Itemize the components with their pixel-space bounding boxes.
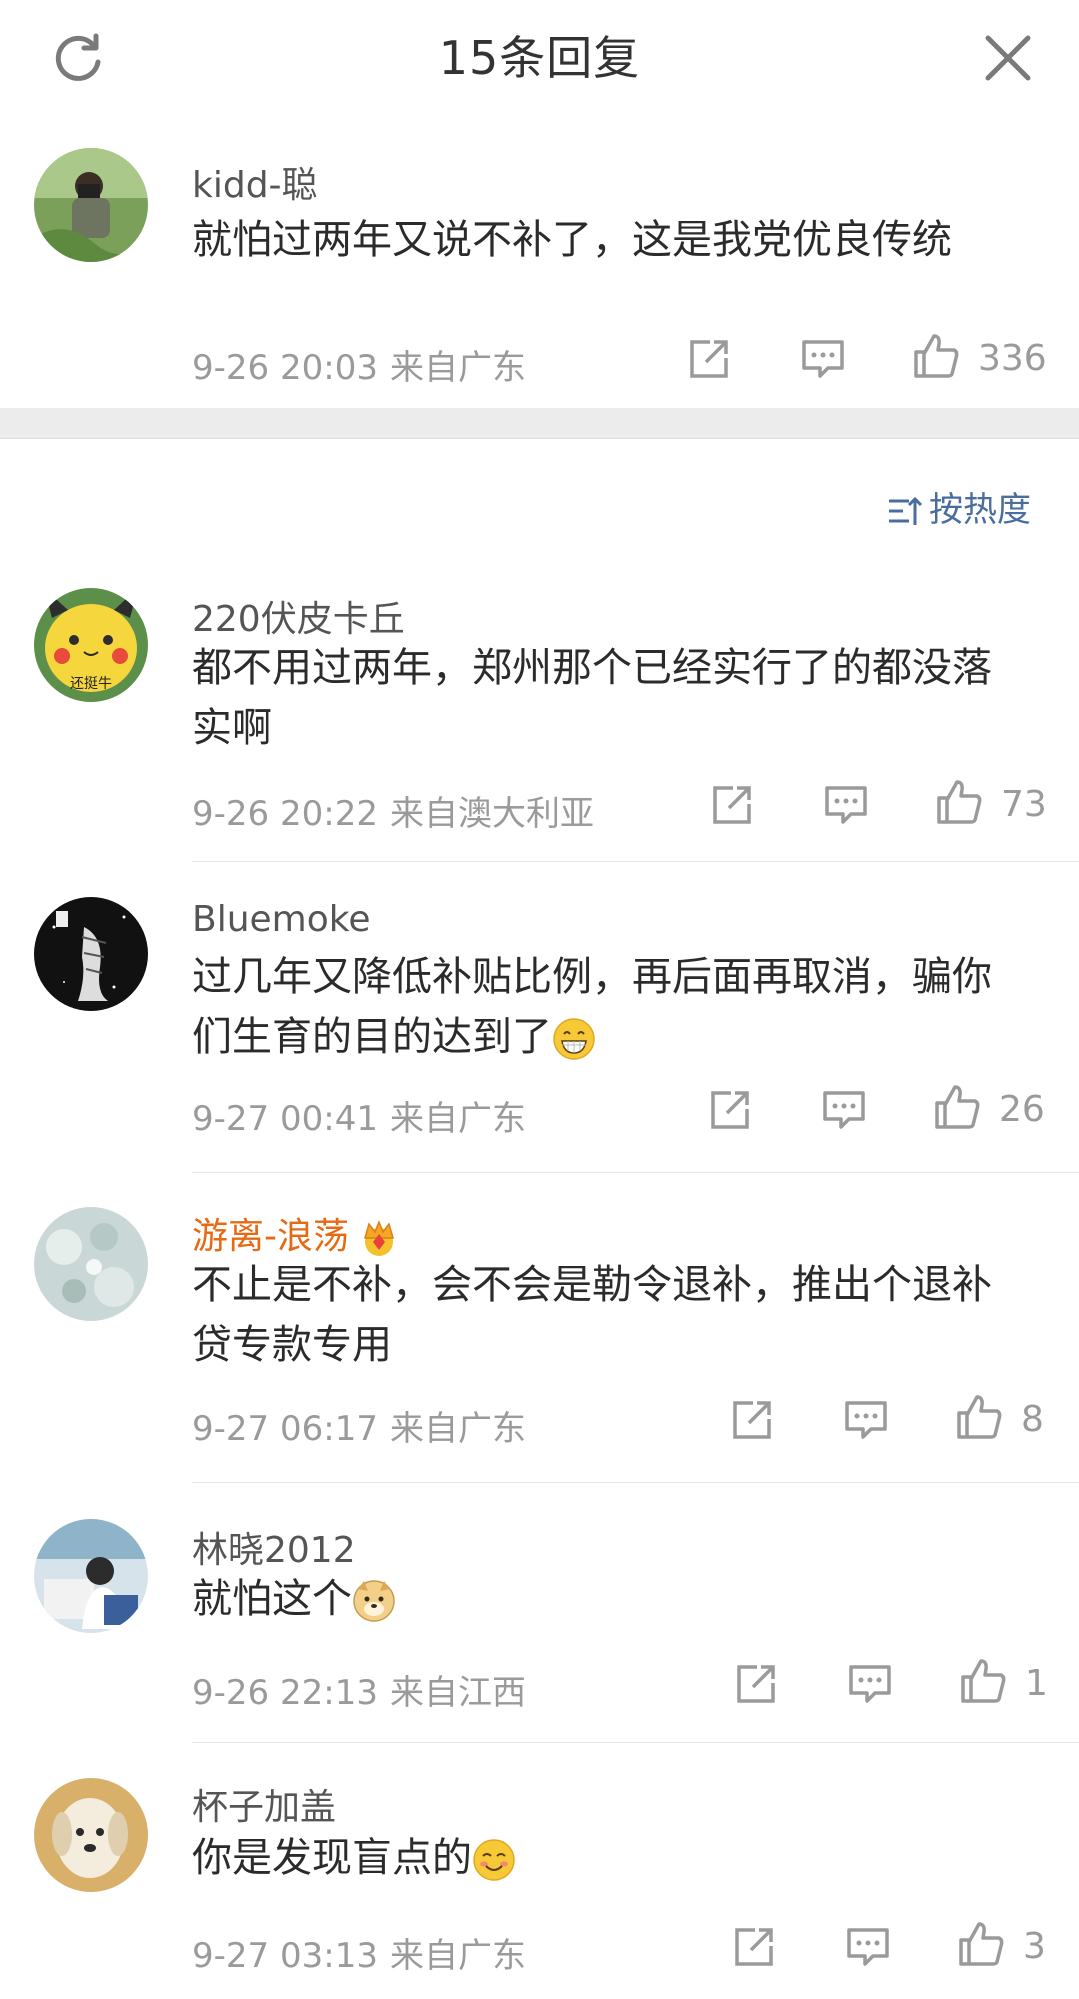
page-title: 15条回复 bbox=[438, 31, 641, 85]
comment-icon[interactable] bbox=[800, 336, 846, 382]
grin-emoji-icon bbox=[553, 1018, 595, 1060]
comment-icon[interactable] bbox=[847, 1661, 893, 1707]
avatar[interactable] bbox=[34, 1778, 148, 1892]
username-text: 游离-浪荡 bbox=[192, 1216, 349, 1257]
share-icon[interactable] bbox=[686, 336, 732, 382]
location: 来自江西 bbox=[389, 1673, 526, 1713]
like-count: 1 bbox=[1025, 1663, 1048, 1704]
close-icon[interactable] bbox=[978, 28, 1038, 88]
comment-meta: 9-27 06:17 来自广东 bbox=[192, 1401, 526, 1450]
timestamp: 9-27 00:41 bbox=[192, 1099, 378, 1139]
timestamp: 9-27 06:17 bbox=[192, 1409, 378, 1449]
like-count: 3 bbox=[1023, 1926, 1046, 1967]
avatar[interactable] bbox=[34, 1519, 148, 1633]
list-item: 还挺牛 220伏皮卡丘 都不用过两年，郑州那个已经实行了的都没落实啊 9-26 … bbox=[0, 580, 1079, 865]
share-icon[interactable] bbox=[709, 782, 755, 828]
comment-text: 就怕过两年又说不补了，这是我党优良传统 bbox=[192, 217, 952, 263]
like-icon[interactable] bbox=[957, 1920, 1005, 1968]
smile-emoji-icon bbox=[473, 1839, 515, 1881]
share-icon[interactable] bbox=[707, 1087, 753, 1133]
like-count: 26 bbox=[999, 1089, 1045, 1130]
comment-text: 就怕这个 bbox=[192, 1569, 1019, 1629]
divider bbox=[192, 861, 1079, 862]
location: 来自广东 bbox=[389, 1099, 526, 1139]
comment-text-body: 你是发现盲点的 bbox=[192, 1835, 472, 1881]
comment-meta: 9-26 20:22 来自澳大利亚 bbox=[192, 786, 594, 835]
comment-meta: 9-27 03:13 来自广东 bbox=[192, 1928, 526, 1977]
avatar[interactable] bbox=[34, 897, 148, 1011]
comment-text: 过几年又降低补贴比例，再后面再取消，骗你们生育的目的达到了 bbox=[192, 947, 1019, 1067]
comment-icon[interactable] bbox=[843, 1397, 889, 1443]
username[interactable]: Bluemoke bbox=[192, 899, 370, 940]
sort-label: 按热度 bbox=[929, 490, 1031, 530]
sort-button[interactable]: 按热度 bbox=[887, 482, 1031, 531]
crown-icon bbox=[364, 1219, 394, 1256]
comment-text-body: 就怕这个 bbox=[192, 1576, 352, 1622]
divider bbox=[192, 1172, 1079, 1173]
comment-meta: 9-27 00:41 来自广东 bbox=[192, 1091, 526, 1140]
timestamp: 9-27 03:13 bbox=[192, 1936, 378, 1976]
like-icon[interactable] bbox=[912, 332, 960, 380]
avatar[interactable] bbox=[34, 1207, 148, 1321]
comment-text: 你是发现盲点的 bbox=[192, 1828, 1019, 1888]
location: 来自广东 bbox=[389, 348, 526, 388]
section-divider bbox=[0, 408, 1079, 439]
timestamp: 9-26 22:13 bbox=[192, 1673, 378, 1713]
timestamp: 9-26 20:22 bbox=[192, 794, 378, 834]
list-item: 游离-浪荡 不止是不补，会不会是勒令退补，推出个退补贷专款专用 9-27 06:… bbox=[0, 1203, 1079, 1483]
share-icon[interactable] bbox=[729, 1397, 775, 1443]
location: 来自广东 bbox=[389, 1936, 526, 1976]
sort-icon bbox=[889, 496, 923, 525]
like-icon[interactable] bbox=[933, 1083, 981, 1131]
comment-text: 不止是不补，会不会是勒令退补，推出个退补贷专款专用 bbox=[192, 1262, 992, 1368]
like-icon[interactable] bbox=[959, 1657, 1007, 1705]
like-count: 8 bbox=[1021, 1399, 1044, 1440]
username[interactable]: kidd-聪 bbox=[192, 156, 318, 208]
username[interactable]: 杯子加盖 bbox=[192, 1778, 336, 1830]
like-count: 73 bbox=[1001, 784, 1047, 825]
username[interactable]: 游离-浪荡 bbox=[192, 1207, 401, 1260]
doge-emoji-icon bbox=[353, 1580, 395, 1622]
location: 来自广东 bbox=[389, 1409, 526, 1449]
like-icon[interactable] bbox=[955, 1393, 1003, 1441]
username[interactable]: 林晓2012 bbox=[192, 1521, 356, 1573]
main-comment: kidd-聪 就怕过两年又说不补了，这是我党优良传统 9-26 20:03 来自广… bbox=[0, 118, 1079, 408]
list-item: 林晓2012 就怕这个 9-26 22:13 来自江西 1 bbox=[0, 1513, 1079, 1743]
comment-meta: 9-26 20:03 来自广东 bbox=[192, 340, 526, 389]
comment-meta: 9-26 22:13 来自江西 bbox=[192, 1665, 526, 1714]
avatar-text: 还挺牛 bbox=[70, 676, 112, 692]
location: 来自澳大利亚 bbox=[389, 794, 594, 834]
list-item: 杯子加盖 你是发现盲点的 9-27 03:13 来自广东 3 bbox=[0, 1770, 1079, 1999]
avatar[interactable]: 还挺牛 bbox=[34, 588, 148, 702]
comment-icon[interactable] bbox=[823, 782, 869, 828]
header: 15条回复 bbox=[0, 0, 1079, 119]
list-item: Bluemoke 过几年又降低补贴比例，再后面再取消，骗你们生育的目的达到了 9… bbox=[0, 893, 1079, 1173]
like-count: 336 bbox=[978, 338, 1047, 379]
avatar[interactable] bbox=[34, 148, 148, 262]
share-icon[interactable] bbox=[731, 1924, 777, 1970]
timestamp: 9-26 20:03 bbox=[192, 348, 378, 388]
share-icon[interactable] bbox=[733, 1661, 779, 1707]
username[interactable]: 220伏皮卡丘 bbox=[192, 590, 405, 642]
comment-icon[interactable] bbox=[821, 1087, 867, 1133]
like-icon[interactable] bbox=[935, 778, 983, 826]
divider bbox=[192, 1742, 1079, 1743]
comment-text: 都不用过两年，郑州那个已经实行了的都没落实啊 bbox=[192, 645, 992, 751]
comment-icon[interactable] bbox=[845, 1924, 891, 1970]
divider bbox=[192, 1482, 1079, 1483]
